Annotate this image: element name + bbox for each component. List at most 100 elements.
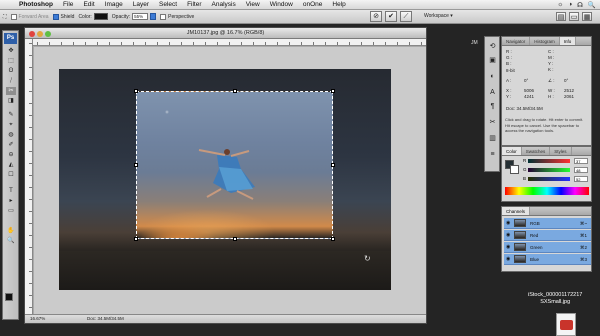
shield-option[interactable]: Shield [52, 13, 74, 20]
blue-value-field[interactable]: 52 [574, 176, 588, 182]
green-value-field[interactable]: 48 [574, 167, 588, 173]
channel-row-rgb[interactable]: ◉ RGB ⌘~ [504, 218, 591, 229]
actions-panel-icon[interactable]: ▣ [487, 55, 498, 66]
minimize-window-icon[interactable] [37, 31, 43, 37]
history-panel-icon[interactable]: ⟲ [487, 41, 498, 52]
channel-row-red[interactable]: ◉ Red ⌘1 [504, 230, 591, 241]
opacity-dropdown[interactable] [150, 13, 157, 20]
panel-well-icon-1[interactable]: ▤ [556, 12, 566, 21]
feather-checkbox[interactable] [10, 13, 17, 20]
feather-option[interactable]: Forward Area [10, 13, 49, 20]
channel-row-blue[interactable]: ◉ Blue ⌘3 [504, 254, 591, 265]
magic-wand-tool-icon[interactable]: ⧸ [6, 77, 16, 85]
zoom-level-field[interactable]: 16.67% [30, 315, 45, 323]
tab-channels[interactable]: Channels [502, 207, 531, 215]
zoom-window-icon[interactable] [45, 31, 51, 37]
perspective-checkbox[interactable] [160, 13, 167, 20]
display-icon[interactable]: ◑ [568, 1, 572, 8]
brush-tool-icon[interactable]: ⌖ [6, 121, 16, 129]
color-background-swatch[interactable] [510, 165, 519, 174]
perspective-option[interactable]: Perspective [160, 13, 194, 20]
visibility-eye-icon[interactable]: ◉ [506, 220, 510, 226]
menu-help[interactable]: Help [327, 1, 350, 8]
menu-filter[interactable]: Filter [182, 1, 206, 8]
menu-image[interactable]: Image [100, 1, 128, 8]
visibility-eye-icon[interactable]: ◉ [506, 244, 510, 250]
healing-tool-icon[interactable]: ✎ [6, 111, 16, 119]
workspace-menu[interactable]: Workspace ▾ [424, 13, 453, 19]
menu-select[interactable]: Select [154, 1, 182, 8]
blue-slider[interactable] [528, 177, 570, 181]
crop-handle-right[interactable] [331, 163, 335, 167]
visibility-eye-icon[interactable]: ◉ [506, 232, 510, 238]
commit-transform-button[interactable]: ✔ [385, 11, 397, 22]
shape-tool-icon[interactable]: ▭ [6, 207, 16, 215]
color-spectrum-ramp[interactable] [505, 187, 589, 195]
tab-styles[interactable]: Styles [550, 147, 572, 155]
stamp-tool-icon[interactable]: ◍ [6, 131, 16, 139]
horizontal-ruler[interactable] [33, 39, 426, 46]
character-panel-icon[interactable]: A [487, 87, 498, 98]
tool-presets-panel-icon[interactable]: ✂ [487, 117, 498, 128]
document-size-info[interactable]: Doc: 34.5M/34.5M [87, 315, 124, 323]
layer-comps-panel-icon[interactable]: ▥ [487, 133, 498, 144]
foreground-color-swatch[interactable] [5, 293, 13, 301]
adjustments-panel-icon[interactable]: ◐ [487, 71, 498, 82]
notes-panel-icon[interactable]: ≡ [487, 149, 498, 160]
menu-onone[interactable]: onOne [298, 1, 328, 8]
crop-handle-bottom-right[interactable] [331, 237, 335, 241]
green-slider[interactable] [528, 168, 570, 172]
crop-handle-bottom-left[interactable] [134, 237, 138, 241]
history-brush-tool-icon[interactable]: ✐ [6, 141, 16, 149]
opacity-field[interactable]: 55% [132, 13, 149, 20]
crop-handle-bottom[interactable] [233, 237, 237, 241]
menu-window[interactable]: Window [265, 1, 298, 8]
tab-color[interactable]: Color [502, 147, 522, 155]
canvas-area[interactable]: ↻ [34, 47, 426, 314]
tool-preset-picker[interactable]: ⛶ [3, 14, 7, 20]
eraser-tool-icon[interactable]: ⊖ [6, 151, 16, 159]
crop-handle-top-right[interactable] [331, 89, 335, 93]
path-selection-tool-icon[interactable]: ▸ [6, 197, 16, 205]
crop-selection-box[interactable] [134, 89, 335, 241]
tab-info[interactable]: Info [559, 37, 577, 45]
lasso-tool-icon[interactable]: ʘ [6, 67, 16, 75]
panel-well-icon-2[interactable]: ▭ [569, 12, 579, 21]
tab-histogram[interactable]: Histogram [530, 37, 560, 45]
tab-swatches[interactable]: Swatches [522, 147, 551, 155]
marquee-tool-icon[interactable]: ⬚ [6, 57, 16, 65]
channel-row-green[interactable]: ◉ Green ⌘2 [504, 242, 591, 253]
menu-file[interactable]: File [58, 1, 78, 8]
panel-well-icon-3[interactable]: ▦ [582, 12, 592, 21]
menu-edit[interactable]: Edit [78, 1, 99, 8]
gradient-tool-icon[interactable]: ◭ [6, 161, 16, 169]
slice-tool-icon[interactable]: ◨ [6, 97, 16, 105]
brightness-icon[interactable]: ☼ [557, 1, 563, 8]
red-slider[interactable] [528, 159, 570, 163]
close-window-icon[interactable] [29, 31, 35, 37]
photoshop-logo-icon[interactable]: Ps [4, 33, 17, 44]
volume-icon[interactable]: ☊ [577, 1, 583, 9]
menu-photoshop[interactable]: Photoshop [14, 1, 58, 8]
shield-color-swatch[interactable] [93, 13, 108, 20]
shield-checkbox[interactable] [52, 13, 59, 20]
vertical-ruler[interactable] [25, 39, 33, 314]
menu-analysis[interactable]: Analysis [207, 1, 241, 8]
zoom-tool-icon[interactable]: 🔍 [6, 237, 16, 245]
crop-tool-icon[interactable]: ✂ [6, 87, 16, 95]
cancel-transform-button[interactable]: ⊘ [370, 11, 382, 22]
visibility-eye-icon[interactable]: ◉ [506, 256, 510, 262]
pdf-file-icon[interactable] [556, 313, 576, 336]
move-tool-icon[interactable]: ✥ [6, 47, 16, 55]
spotlight-icon[interactable]: 🔍 [588, 1, 596, 9]
paragraph-panel-icon[interactable]: ¶ [487, 101, 498, 112]
brush-icon-button[interactable]: ⟋ [400, 11, 412, 22]
crop-handle-left[interactable] [134, 163, 138, 167]
type-tool-icon[interactable]: T [6, 187, 16, 195]
red-value-field[interactable]: 37 [574, 158, 588, 164]
menu-layer[interactable]: Layer [128, 1, 154, 8]
tab-navigator[interactable]: Navigator [502, 37, 531, 45]
crop-handle-top-left[interactable] [134, 89, 138, 93]
crop-handle-top[interactable] [233, 89, 237, 93]
menu-view[interactable]: View [241, 1, 265, 8]
